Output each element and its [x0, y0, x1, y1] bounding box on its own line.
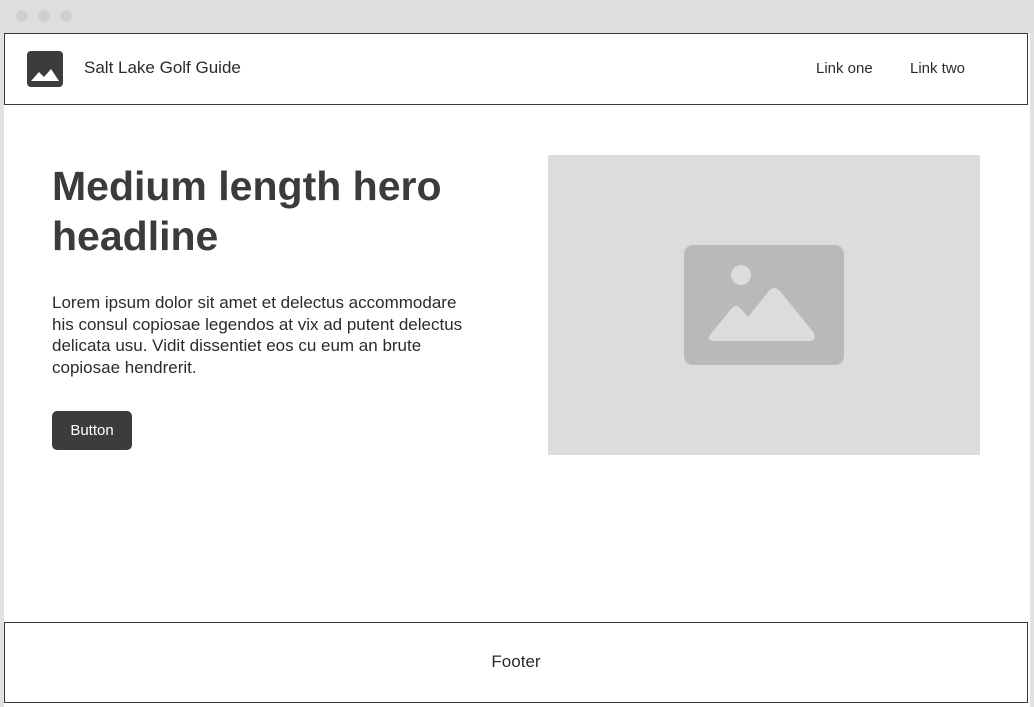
site-title[interactable]: Salt Lake Golf Guide: [84, 58, 241, 78]
mountain-icon: [31, 69, 59, 81]
footer-label: Footer: [491, 652, 541, 671]
window-titlebar: [0, 0, 1034, 33]
hero-body-text: Lorem ipsum dolor sit amet et delectus a…: [52, 293, 463, 378]
close-window-button[interactable]: [16, 10, 28, 22]
page-content: Salt Lake Golf Guide Link one Link two M…: [4, 33, 1030, 707]
hero-button[interactable]: Button: [52, 411, 132, 450]
hero-image-placeholder: [548, 155, 980, 455]
maximize-window-button[interactable]: [60, 10, 72, 22]
nav-link-two[interactable]: Link two: [910, 60, 965, 77]
site-header: Salt Lake Golf Guide Link one Link two: [4, 33, 1028, 105]
nav-link-one[interactable]: Link one: [816, 60, 873, 77]
image-placeholder-icon: [684, 245, 844, 365]
minimize-window-button[interactable]: [38, 10, 50, 22]
hero-headline: Medium length hero headline: [52, 163, 442, 259]
browser-window: Salt Lake Golf Guide Link one Link two M…: [0, 0, 1034, 707]
logo-image-icon[interactable]: [27, 51, 63, 87]
site-footer: Footer: [4, 622, 1028, 703]
